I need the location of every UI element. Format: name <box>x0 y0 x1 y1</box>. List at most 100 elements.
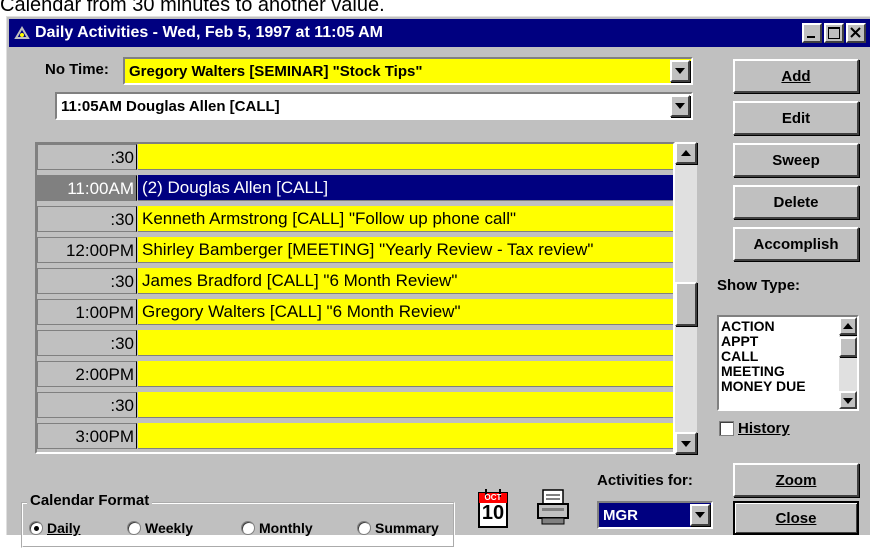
activity-entry[interactable]: Gregory Walters [CALL] "6 Month Review" <box>138 299 673 325</box>
minimize-icon <box>807 36 815 38</box>
schedule-row[interactable]: 1:00PM Gregory Walters [CALL] "6 Month R… <box>37 299 673 327</box>
close-window-button[interactable] <box>846 23 866 43</box>
chevron-down-icon <box>675 103 685 109</box>
no-time-label: No Time: <box>45 61 109 78</box>
close-button[interactable]: Close <box>733 501 859 535</box>
calendar-icon-day: 10 <box>481 502 505 524</box>
time-slot: :30 <box>37 392 137 418</box>
edit-button-label: Edit <box>781 109 811 127</box>
radio-monthly[interactable]: Monthly <box>241 518 313 538</box>
scroll-up-button[interactable] <box>675 142 697 164</box>
history-label: History <box>738 420 790 437</box>
activity-entry[interactable] <box>138 330 673 356</box>
radio-dot[interactable] <box>357 521 371 535</box>
schedule-row[interactable]: :30 <box>37 144 673 172</box>
zoom-button-label: Zoom <box>775 471 817 489</box>
activity-entry[interactable]: Shirley Bamberger [MEETING] "Yearly Revi… <box>138 237 673 263</box>
schedule-row[interactable]: 11:00AM (2) Douglas Allen [CALL] <box>37 175 673 203</box>
activity-entry[interactable]: James Bradford [CALL] "6 Month Review" <box>138 268 673 294</box>
printer-icon-button[interactable] <box>533 487 573 527</box>
maximize-button[interactable] <box>824 23 844 43</box>
chevron-down-icon <box>695 512 705 518</box>
scroll-thumb[interactable] <box>675 282 697 326</box>
scroll-thumb[interactable] <box>839 337 857 357</box>
radio-label: Summary <box>375 520 439 536</box>
time-slot: 1:00PM <box>37 299 137 325</box>
caption-text: Calendar from 30 minutes to another valu… <box>0 0 385 16</box>
activities-for-value: MGR <box>603 507 638 524</box>
calendar-icon-month: OCT <box>484 493 502 502</box>
schedule-scrollbar[interactable] <box>675 142 697 454</box>
calendar-icon-button[interactable]: OCT 10 <box>475 487 511 531</box>
radio-label: Weekly <box>145 520 193 536</box>
sweep-button[interactable]: Sweep <box>733 143 859 177</box>
scroll-down-button[interactable] <box>675 432 697 454</box>
chevron-down-icon <box>681 441 691 447</box>
time-slot: 12:00PM <box>37 237 137 263</box>
schedule-row[interactable]: 3:00PM <box>37 423 673 451</box>
add-button-label: Add <box>781 67 811 85</box>
checkbox-box[interactable] <box>719 421 734 436</box>
accomplish-button-label: Accomplish <box>753 235 839 253</box>
delete-button[interactable]: Delete <box>733 185 859 219</box>
app-icon <box>14 26 30 39</box>
radio-summary[interactable]: Summary <box>357 518 439 538</box>
radio-daily[interactable]: Daily <box>29 518 80 538</box>
accomplish-button[interactable]: Accomplish <box>733 227 859 261</box>
radio-label: Daily <box>47 520 81 536</box>
edit-button[interactable]: Edit <box>733 101 859 135</box>
list-item[interactable]: APPT <box>721 334 758 349</box>
zoom-button[interactable]: Zoom <box>733 463 859 497</box>
minimize-button[interactable] <box>802 23 822 43</box>
chevron-up-icon <box>681 150 691 156</box>
list-item[interactable]: MONEY DUE <box>721 379 806 394</box>
window-title: Daily Activities - Wed, Feb 5, 1997 at 1… <box>35 24 383 41</box>
radio-dot[interactable] <box>127 521 141 535</box>
no-time-value: Gregory Walters [SEMINAR] "Stock Tips" <box>129 63 423 80</box>
chevron-down-icon <box>675 68 685 74</box>
history-checkbox[interactable]: History <box>719 420 790 437</box>
time-slot: 3:00PM <box>37 423 137 449</box>
time-slot: :30 <box>37 330 137 356</box>
sweep-button-label: Sweep <box>772 151 820 169</box>
time-slot: 2:00PM <box>37 361 137 387</box>
current-activity-dropdown[interactable]: 11:05AM Douglas Allen [CALL] <box>55 92 693 120</box>
no-time-dropdown-arrow[interactable] <box>670 60 690 82</box>
show-type-list[interactable]: ACTION APPT CALL MEETING MONEY DUE <box>717 315 859 411</box>
activities-for-dropdown[interactable]: MGR <box>597 501 713 529</box>
close-icon <box>850 27 861 38</box>
time-slot: :30 <box>37 144 137 170</box>
radio-dot[interactable] <box>241 521 255 535</box>
schedule-row[interactable]: :30 Kenneth Armstrong [CALL] "Follow up … <box>37 206 673 234</box>
schedule-row[interactable]: :30 <box>37 392 673 420</box>
show-type-label: Show Type: <box>717 277 801 294</box>
scroll-up-button[interactable] <box>839 317 857 335</box>
radio-label: Monthly <box>259 520 313 536</box>
add-button[interactable]: Add <box>733 59 859 93</box>
schedule-row[interactable]: 2:00PM <box>37 361 673 389</box>
activities-for-dropdown-arrow[interactable] <box>690 504 710 526</box>
activity-entry[interactable] <box>138 144 673 170</box>
activity-entry[interactable] <box>138 361 673 387</box>
show-type-scrollbar[interactable] <box>839 317 857 409</box>
schedule-row[interactable]: 12:00PM Shirley Bamberger [MEETING] "Yea… <box>37 237 673 265</box>
chevron-down-icon <box>843 398 853 404</box>
radio-dot[interactable] <box>29 521 43 535</box>
calendar-format-label: Calendar Format <box>27 492 153 509</box>
activity-entry[interactable] <box>138 392 673 418</box>
current-activity-dropdown-arrow[interactable] <box>670 95 690 117</box>
list-item[interactable]: ACTION <box>721 319 775 334</box>
radio-weekly[interactable]: Weekly <box>127 518 193 538</box>
schedule-row[interactable]: :30 James Bradford [CALL] "6 Month Revie… <box>37 268 673 296</box>
title-bar[interactable]: Daily Activities - Wed, Feb 5, 1997 at 1… <box>9 19 870 47</box>
schedule-row[interactable]: :30 <box>37 330 673 358</box>
scroll-down-button[interactable] <box>839 391 857 409</box>
activity-entry[interactable]: Kenneth Armstrong [CALL] "Follow up phon… <box>138 206 673 232</box>
schedule-grid[interactable]: :30 11:00AM (2) Douglas Allen [CALL] :30… <box>35 142 675 454</box>
list-item[interactable]: MEETING <box>721 364 785 379</box>
list-item[interactable]: CALL <box>721 349 758 364</box>
no-time-dropdown[interactable]: Gregory Walters [SEMINAR] "Stock Tips" <box>123 57 693 85</box>
activity-entry[interactable]: (2) Douglas Allen [CALL] <box>138 175 673 201</box>
activity-entry[interactable] <box>138 423 673 449</box>
activities-for-label: Activities for: <box>597 472 693 489</box>
